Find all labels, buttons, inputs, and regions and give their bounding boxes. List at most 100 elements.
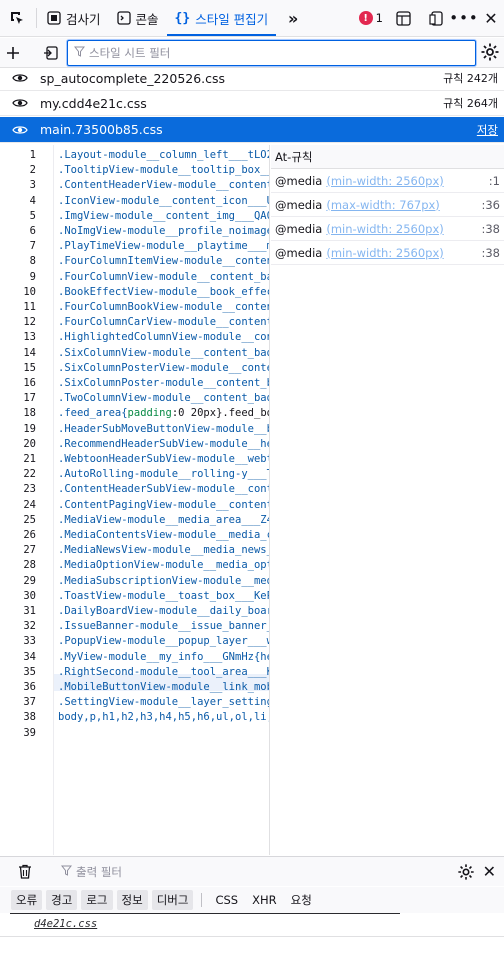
code-line[interactable]: .feed_area{padding:0 20px}.feed_box [58,407,269,419]
code-line[interactable]: .RightSecond-module__tool_area___KO [58,666,269,678]
line-number: 2 [29,164,36,177]
at-rule-item[interactable]: @media (min-width: 2560px) :38 [271,217,504,241]
element-picker-icon[interactable] [0,0,34,36]
more-options-icon[interactable]: ••• [449,9,478,27]
stylesheet-item[interactable]: my.cdd4e21c.css 규칙 264개 [0,91,504,116]
at-rule-line[interactable]: :1 [489,174,500,188]
code-line[interactable]: .MobileButtonView-module__link_mobi [58,681,269,693]
code-line[interactable]: .TwoColumnView-module__content_badg [58,392,269,404]
stylesheet-filter-input[interactable]: 스타일 시트 필터 [67,40,476,66]
at-rule-condition[interactable]: (min-width: 2560px) [326,222,443,236]
code-line[interactable]: .SettingView-module__layer_setting_ [58,696,269,708]
code-line[interactable]: .FourColumnItemView-module__content [58,255,269,267]
at-rule-condition[interactable]: (min-width: 2560px) [326,246,443,260]
stylesheet-name: sp_autocomplete_220526.css [40,70,226,86]
code-line[interactable]: .MediaSubscriptionView-module__medi [58,575,269,587]
at-rule-item[interactable]: @media (min-width: 2560px) :38 [271,241,504,265]
code-line[interactable]: .IssueBanner-module__issue_banner_a [58,620,269,632]
import-stylesheet-button[interactable] [38,38,64,68]
filter-info-button[interactable]: 정보 [116,890,148,910]
code-line[interactable]: .TooltipView-module__tooltip_box___ [58,164,269,176]
filter-debug-button[interactable]: 디버그 [151,890,194,910]
filter-warning-button[interactable]: 경고 [46,890,78,910]
at-rule-line[interactable]: :36 [481,198,500,212]
at-rule-item[interactable]: @media (max-width: 767px) :36 [271,193,504,217]
code-line[interactable]: .FourColumnBookView-module__content [58,301,269,313]
trash-icon[interactable] [18,864,32,879]
filter-requests-button[interactable]: 요청 [286,890,317,910]
at-rule-item[interactable]: @media (min-width: 2560px) :1 [271,169,504,193]
line-number: 11 [23,301,36,313]
code-line[interactable]: .HighlightedColumnView-module__cont [58,331,269,343]
code-line[interactable]: .IconView-module__content_icon___US [58,195,269,207]
filter-log-button[interactable]: 로그 [81,890,113,910]
rule-count: 규칙 264개 [443,97,498,110]
eye-icon[interactable] [0,124,40,136]
line-number: 10 [23,285,36,298]
line-number: 31 [23,605,36,617]
at-rule-line[interactable]: :38 [481,246,500,260]
code-line[interactable]: .FourColumnView-module__content_bad [58,271,269,283]
console-close-icon[interactable]: ✕ [483,862,496,881]
dock-side-icon[interactable] [422,10,450,26]
save-link[interactable]: 저장 [477,122,504,138]
stylesheet-name: main.73500b85.css [40,122,163,137]
code-line[interactable]: .WebtoonHeaderSubView-module__webto [58,453,269,465]
devtools-toolbar: 검사기 콘솔 {} 스타일 편집기 » ! 1 ••• ✕ [0,0,504,37]
code-line[interactable]: .MediaNewsView-module__media_news__ [58,544,269,556]
code-line[interactable]: .SixColumnPoster-module__content_ba [58,377,269,389]
console-divider [201,893,203,907]
at-rule-condition[interactable]: (max-width: 767px) [326,198,439,212]
tab-console[interactable]: 콘솔 [109,0,167,36]
code-line[interactable]: .AutoRolling-module__rolling-y___T3 [58,468,269,480]
code-line[interactable]: .ContentHeaderSubView-module__conte [58,483,269,495]
tab-style-editor[interactable]: {} 스타일 편집기 [166,0,277,36]
line-number: 37 [23,696,36,709]
console-gear-icon[interactable] [457,863,475,881]
line-number: 5 [29,209,36,222]
more-tools-chevron-icon[interactable]: » [276,0,310,36]
code-line[interactable]: .BookEffectView-module__book_effect [58,286,269,298]
tab-inspector[interactable]: 검사기 [39,0,109,36]
gear-icon[interactable] [480,42,500,65]
console-separator [10,913,400,914]
stylesheet-item-selected[interactable]: main.73500b85.css 저장 [0,117,504,143]
code-line[interactable]: .DailyBoardView-module__daily_board [58,605,269,617]
code-line[interactable]: .RecommendHeaderSubView-module__hea [58,438,269,450]
filter-error-button[interactable]: 오류 [11,890,43,910]
code-line[interactable]: .ContentHeaderView-module__content_ [58,179,269,191]
filter-css-button[interactable]: CSS [210,891,243,909]
stylesheet-item[interactable]: sp_autocomplete_220526.css 규칙 242개 [0,66,504,91]
code-line[interactable]: .MediaContentsView-module__media_co [58,529,269,541]
line-number: 23 [23,483,36,496]
eye-icon[interactable] [0,97,40,109]
split-console-icon[interactable] [389,10,417,26]
filter-xhr-button[interactable]: XHR [247,891,282,909]
close-icon[interactable]: ✕ [478,9,504,28]
at-rule-condition[interactable]: (min-width: 2560px) [326,174,443,188]
code-line[interactable]: .SixColumnView-module__content_badg [58,347,269,359]
code-line[interactable]: .NoImgView-module__profile_noimage_ [58,225,269,237]
error-count-badge[interactable]: ! 1 [353,11,389,25]
code-line[interactable]: .ImgView-module__content_img___QA0g [58,210,269,222]
code-line[interactable]: .MediaView-module__media_area___Z4j [58,514,269,526]
eye-icon[interactable] [0,72,40,84]
code-line[interactable]: body,p,h1,h2,h3,h4,h5,h6,ul,ol,li,d [58,711,269,723]
new-stylesheet-button[interactable] [0,38,26,68]
code-line[interactable]: .ToastView-module__toast_box___KePv [58,590,269,602]
css-editor[interactable]: 1 2 3 4 5 6 7 8 9 10 11 12 13 14 15 16 17 18 19 20 21 22 23 24 2… [0,145,270,855]
code-line[interactable]: .PlayTimeView-module__playtime___mj [58,240,269,252]
console-message-link[interactable]: d4e21c.css [34,918,97,930]
line-number: 34 [23,650,36,663]
code-line[interactable]: .MyView-module__my_info___GNmHz{hei [58,651,269,663]
code-line[interactable]: .ContentPagingView-module__content_ [58,499,269,511]
console-filter-input[interactable]: 출력 필터 [60,864,122,880]
code-line[interactable]: .Layout-module__column_left___tLO23 [58,149,269,161]
code-line[interactable]: .MediaOptionView-module__media_opti [58,559,269,571]
at-rule-line[interactable]: :38 [481,222,500,236]
line-number: 8 [29,255,36,268]
code-line[interactable]: .SixColumnPosterView-module__conten [58,362,269,374]
code-line[interactable]: .FourColumnCarView-module__content_ [58,316,269,328]
code-line[interactable]: .PopupView-module__popup_layer___w_ [58,635,269,647]
code-line[interactable]: .HeaderSubMoveButtonView-module__bt [58,423,269,435]
